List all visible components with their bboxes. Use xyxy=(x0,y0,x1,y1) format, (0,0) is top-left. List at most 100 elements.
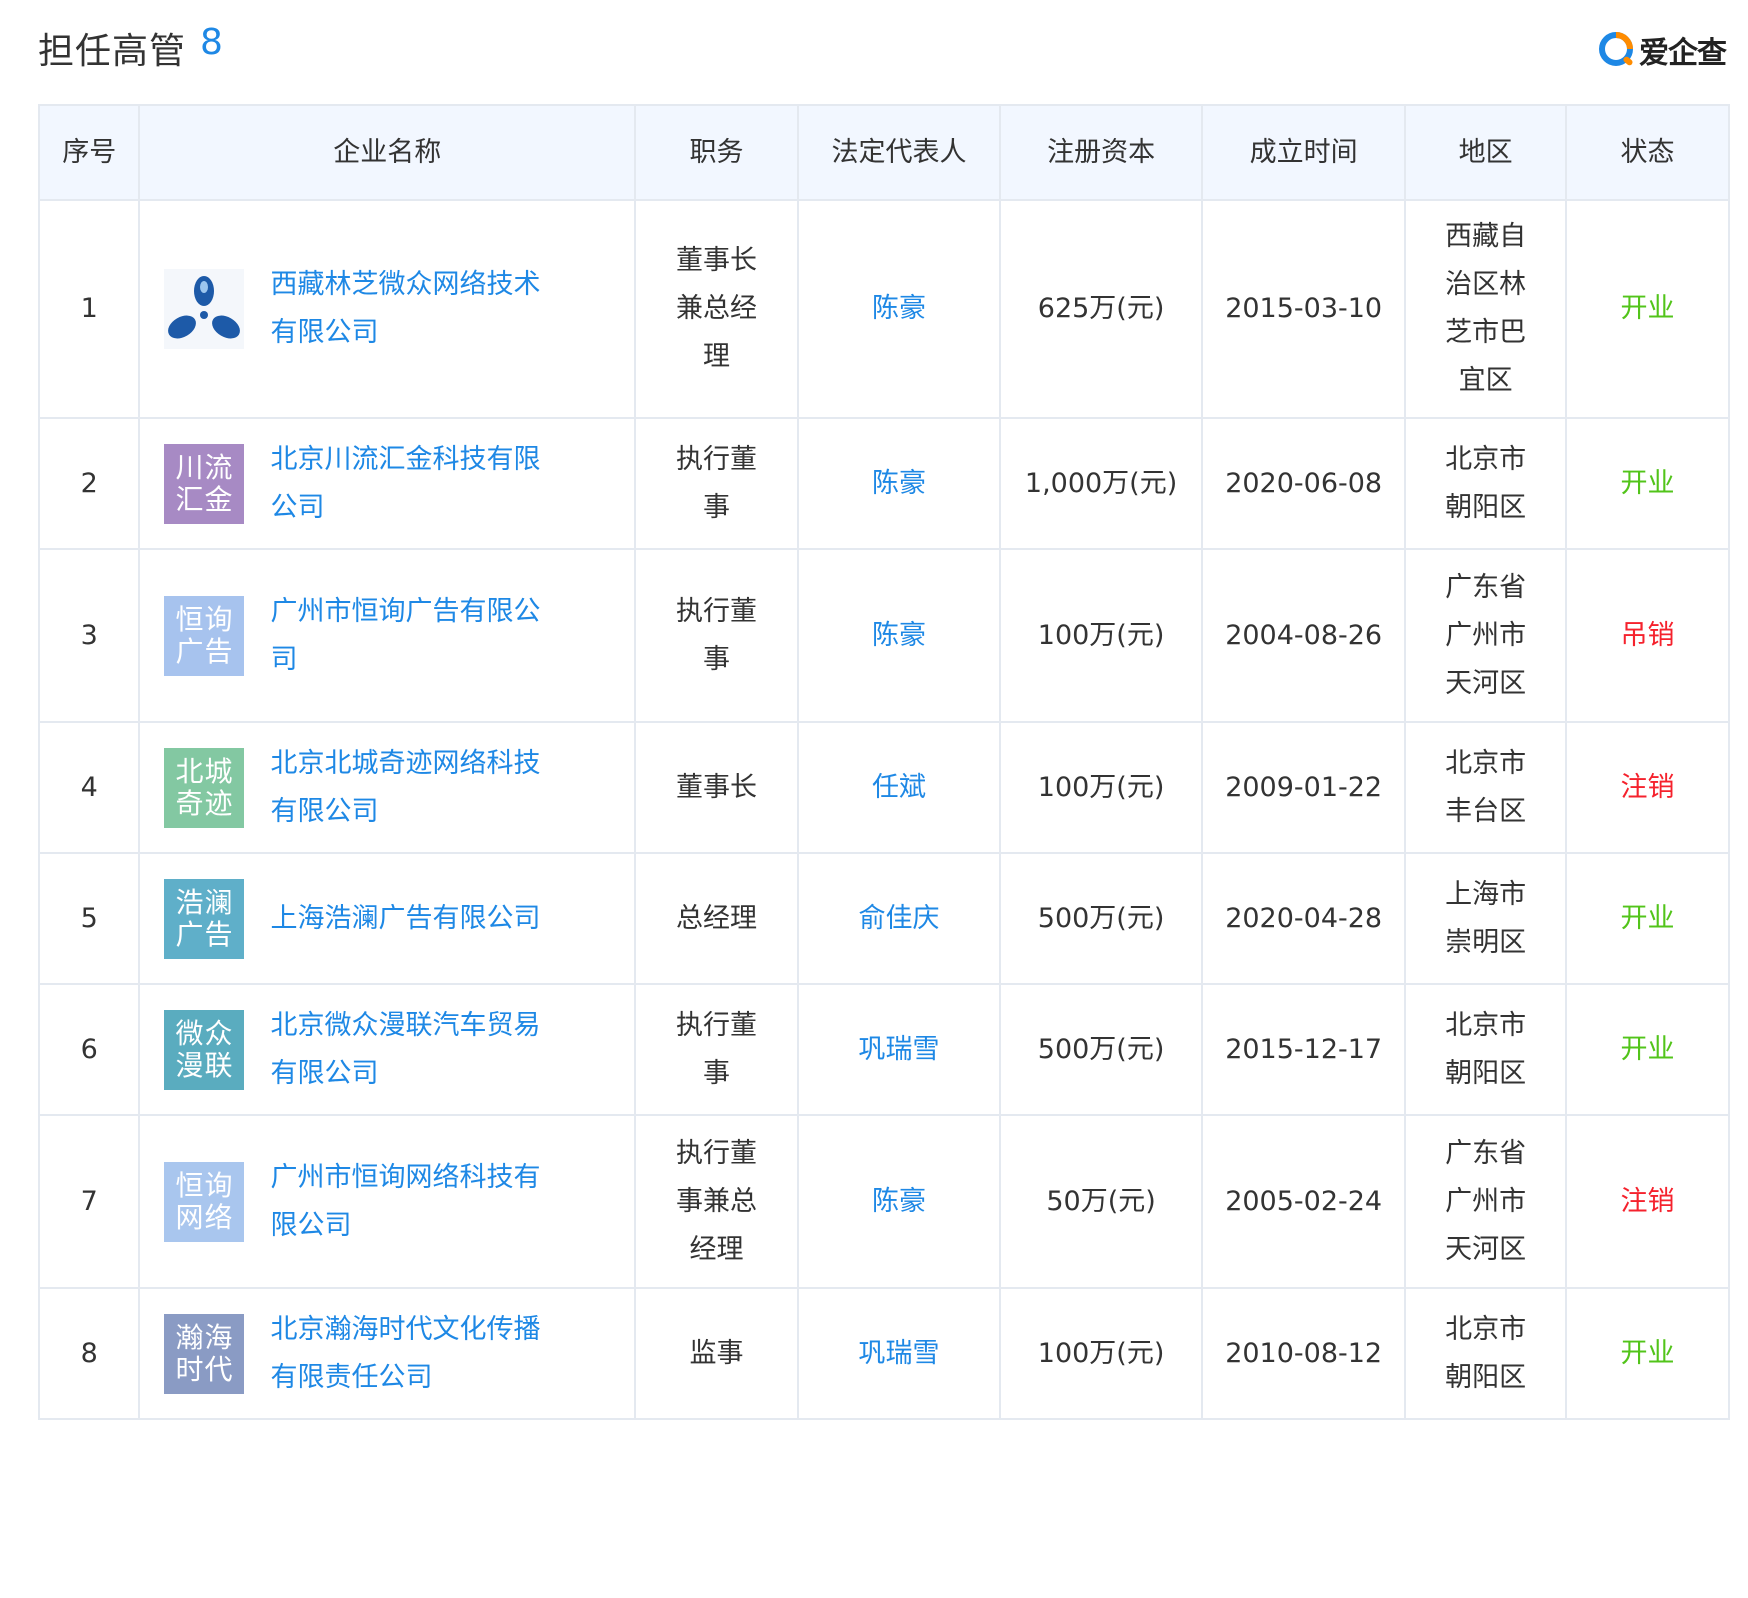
executive-positions-table: 序号 企业名称 职务 法定代表人 注册资本 成立时间 地区 状态 1 西藏林芝微众网络技术有限公… xyxy=(37,104,1731,1420)
legal-rep-cell: 巩瑞雪 xyxy=(797,983,1002,1116)
capital-cell: 500万(元) xyxy=(999,983,1204,1116)
status-badge: 开业 xyxy=(1620,293,1675,324)
logo-text-line: 漫联 xyxy=(175,1048,234,1082)
status-badge: 注销 xyxy=(1620,771,1675,803)
position-text: 执行董事兼总经理 xyxy=(676,1137,758,1265)
capital-cell: 625万(元) xyxy=(999,199,1204,419)
legal-rep-link[interactable]: 陈豪 xyxy=(872,1186,926,1217)
company-cell: 西藏林芝微众网络技术有限公司 xyxy=(138,199,637,419)
row-index: 2 xyxy=(37,417,141,550)
company-name-link[interactable]: 西藏林芝微众网络技术有限公司 xyxy=(270,261,552,357)
legal-rep-link[interactable]: 巩瑞雪 xyxy=(859,1034,940,1065)
section-header: 担任高管 8 爱企查 xyxy=(38,18,1738,74)
legal-rep-cell: 俞佳庆 xyxy=(797,852,1002,985)
legal-rep-link[interactable]: 俞佳庆 xyxy=(859,903,940,934)
region-header: 地区 xyxy=(1404,104,1567,201)
region-cell: 广东省广州市天河区 xyxy=(1404,548,1567,723)
founded-date-cell: 2005-02-24 xyxy=(1201,1114,1407,1289)
company-name-link[interactable]: 北京北城奇迹网络科技有限公司 xyxy=(270,740,552,836)
company-cell: 浩澜 广告 上海浩澜广告有限公司 xyxy=(138,852,637,985)
logo-text-line: 北城 xyxy=(175,754,234,788)
logo-text-line: 微众 xyxy=(175,1016,234,1050)
table-header-row: 序号 企业名称 职务 法定代表人 注册资本 成立时间 地区 状态 xyxy=(37,104,1731,201)
legal-rep-link[interactable]: 陈豪 xyxy=(872,468,926,499)
region-text: 广东省广州市天河区 xyxy=(1445,1137,1527,1265)
company-cell: 北城 奇迹 北京北城奇迹网络科技有限公司 xyxy=(138,721,637,854)
legal-rep-link[interactable]: 陈豪 xyxy=(872,620,926,651)
table-row: 3 恒询 广告 广州市恒询广告有限公司 执行董事 陈豪 100万(元) 2004-08-26 广… xyxy=(37,548,1731,723)
founded-date-cell: 2020-06-08 xyxy=(1201,417,1407,550)
logo-text-line: 时代 xyxy=(175,1352,234,1386)
status-badge: 开业 xyxy=(1620,1337,1675,1369)
region-text: 广东省广州市天河区 xyxy=(1445,571,1527,699)
position-text: 董事长 xyxy=(676,771,758,803)
position-text: 执行董事 xyxy=(676,1009,758,1089)
region-cell: 北京市丰台区 xyxy=(1404,721,1567,854)
company-name-link[interactable]: 北京瀚海时代文化传播有限责任公司 xyxy=(270,1306,552,1402)
region-text: 北京市丰台区 xyxy=(1445,747,1527,827)
region-cell: 西藏自治区林芝市巴宜区 xyxy=(1404,199,1567,419)
region-text: 北京市朝阳区 xyxy=(1445,443,1527,523)
legal-rep-cell: 陈豪 xyxy=(797,417,1002,550)
position-cell: 董事长兼总经理 xyxy=(634,199,800,419)
founded-date-cell: 2004-08-26 xyxy=(1201,548,1407,723)
position-text: 总经理 xyxy=(676,902,758,934)
company-cell: 恒询 网络 广州市恒询网络科技有限公司 xyxy=(138,1114,637,1289)
status-cell: 开业 xyxy=(1564,1287,1731,1420)
status-cell: 注销 xyxy=(1564,1114,1731,1289)
position-text: 执行董事 xyxy=(676,443,758,523)
capital-cell: 100万(元) xyxy=(999,1287,1204,1420)
logo-text-line: 奇迹 xyxy=(175,786,234,820)
company-name-link[interactable]: 上海浩澜广告有限公司 xyxy=(270,895,552,943)
position-cell: 执行董事 xyxy=(634,417,800,550)
position-cell: 监事 xyxy=(634,1287,800,1420)
status-badge: 吊销 xyxy=(1620,619,1675,651)
company-logo-icon: 恒询 广告 xyxy=(164,595,245,676)
row-index: 1 xyxy=(37,199,141,419)
table-row: 6 微众 漫联 北京微众漫联汽车贸易有限公司 执行董事 巩瑞雪 500万(元) 2015-12… xyxy=(37,983,1731,1116)
status-cell: 开业 xyxy=(1564,983,1731,1116)
company-cell: 恒询 广告 广州市恒询广告有限公司 xyxy=(138,548,637,723)
brand-name: 爱企查 xyxy=(1639,36,1727,71)
status-cell: 开业 xyxy=(1564,417,1731,550)
table-row: 5 浩澜 广告 上海浩澜广告有限公司 总经理 俞佳庆 500万(元) 2020-04-28 上海… xyxy=(37,852,1731,985)
capital-cell: 50万(元) xyxy=(999,1114,1204,1289)
logo-text-line: 恒询 xyxy=(175,1168,234,1202)
legal-rep-cell: 陈豪 xyxy=(797,548,1002,723)
status-badge: 开业 xyxy=(1620,902,1675,934)
status-cell: 吊销 xyxy=(1564,548,1731,723)
region-text: 上海市崇明区 xyxy=(1445,878,1527,958)
section-count: 8 xyxy=(200,22,223,63)
region-text: 北京市朝阳区 xyxy=(1445,1009,1527,1089)
table-row: 4 北城 奇迹 北京北城奇迹网络科技有限公司 董事长 任斌 100万(元) 2009-01-2… xyxy=(37,721,1731,854)
company-name-link[interactable]: 广州市恒询网络科技有限公司 xyxy=(270,1154,552,1250)
status-badge: 开业 xyxy=(1620,467,1675,499)
position-cell: 执行董事 xyxy=(634,548,800,723)
company-name-link[interactable]: 广州市恒询广告有限公司 xyxy=(270,588,552,684)
company-logo-icon: 北城 奇迹 xyxy=(164,747,245,828)
logo-text-line: 广告 xyxy=(175,917,234,951)
status-cell: 开业 xyxy=(1564,199,1731,419)
row-index: 7 xyxy=(37,1114,141,1289)
table-row: 8 瀚海 时代 北京瀚海时代文化传播有限责任公司 监事 巩瑞雪 100万(元) 2010-08… xyxy=(37,1287,1731,1420)
founded-header: 成立时间 xyxy=(1201,104,1407,201)
company-name-link[interactable]: 北京川流汇金科技有限公司 xyxy=(270,436,552,532)
company-header: 企业名称 xyxy=(138,104,637,201)
brand-logo[interactable]: 爱企查 xyxy=(1597,28,1727,72)
status-badge: 开业 xyxy=(1620,1033,1675,1065)
legal-rep-link[interactable]: 巩瑞雪 xyxy=(859,1338,940,1369)
region-cell: 北京市朝阳区 xyxy=(1404,1287,1567,1420)
position-text: 监事 xyxy=(689,1337,744,1369)
legal-rep-header: 法定代表人 xyxy=(797,104,1002,201)
row-index: 6 xyxy=(37,983,141,1116)
logo-text-line: 网络 xyxy=(175,1200,234,1234)
company-name-link[interactable]: 北京微众漫联汽车贸易有限公司 xyxy=(270,1002,552,1098)
position-header: 职务 xyxy=(634,104,800,201)
legal-rep-cell: 巩瑞雪 xyxy=(797,1287,1002,1420)
capital-cell: 100万(元) xyxy=(999,721,1204,854)
legal-rep-link[interactable]: 任斌 xyxy=(872,772,926,803)
founded-date-cell: 2009-01-22 xyxy=(1201,721,1407,854)
capital-cell: 1,000万(元) xyxy=(999,417,1204,550)
legal-rep-link[interactable]: 陈豪 xyxy=(872,293,926,324)
company-cell: 瀚海 时代 北京瀚海时代文化传播有限责任公司 xyxy=(138,1287,637,1420)
